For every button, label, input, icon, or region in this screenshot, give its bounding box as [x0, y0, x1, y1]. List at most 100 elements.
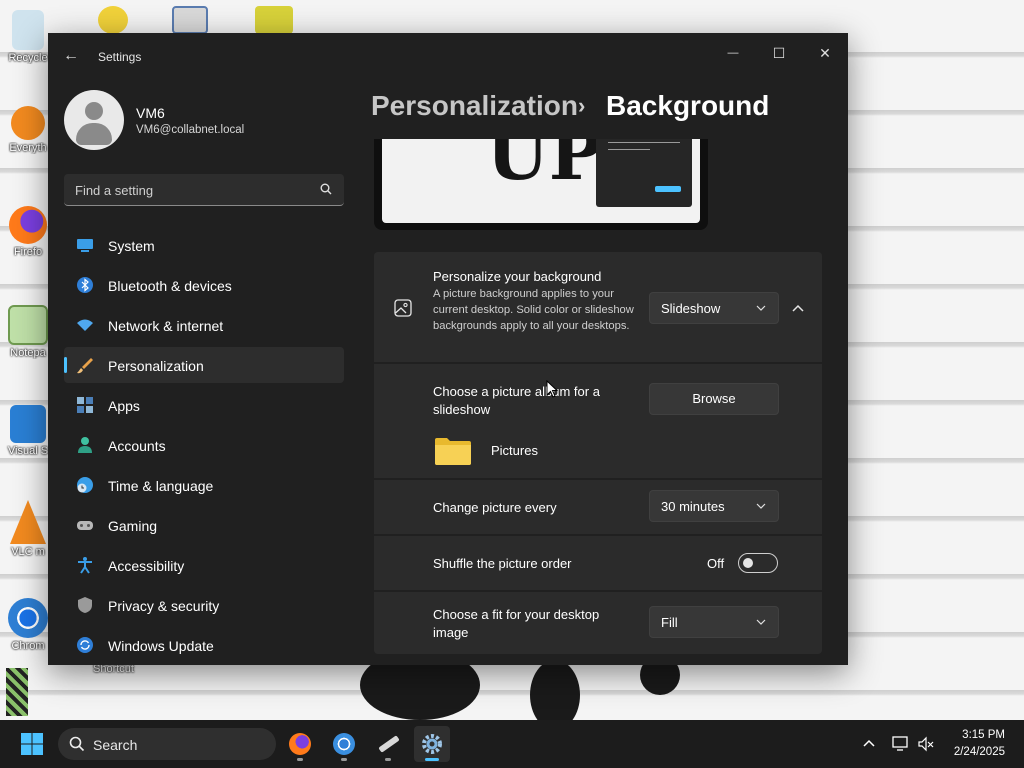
- sidebar-item-personalization[interactable]: Personalization: [64, 347, 344, 383]
- back-arrow-icon[interactable]: ←: [60, 45, 82, 67]
- sidebar-item-time-language[interactable]: Time & language: [64, 467, 344, 503]
- volume-muted-icon[interactable]: [918, 736, 934, 752]
- desktop-icon-label: VLC m: [11, 546, 45, 558]
- breadcrumb-parent[interactable]: Personalization: [371, 90, 578, 122]
- preview-line: [608, 142, 680, 143]
- personalization-icon: [77, 358, 93, 374]
- desktop-icon-vscode[interactable]: Visual S: [4, 405, 52, 457]
- system-icon: [77, 239, 93, 252]
- user-email: VM6@collabnet.local: [136, 124, 245, 136]
- chevron-up-icon[interactable]: [863, 738, 875, 750]
- desktop-top-icon[interactable]: [172, 6, 208, 34]
- search-placeholder: Find a setting: [75, 183, 154, 198]
- sidebar-item-label: Personalization: [108, 358, 204, 374]
- sidebar-item-windows-update[interactable]: Windows Update: [64, 627, 344, 663]
- notepad-icon: [8, 305, 48, 345]
- sidebar-item-network[interactable]: Network & internet: [64, 307, 344, 343]
- desktop-small-icon[interactable]: [6, 668, 28, 716]
- background-preview: UP.: [374, 139, 708, 230]
- firefox-icon: [289, 733, 311, 755]
- desktop-icon-firefox[interactable]: Firefo: [4, 206, 52, 258]
- sidebar-item-apps[interactable]: Apps: [64, 387, 344, 423]
- interval-dropdown[interactable]: 30 minutes: [649, 490, 779, 522]
- settings-window: ← Settings — ☐ ✕ VM6 VM6@collabnet.local…: [48, 33, 848, 665]
- picture-album-card: Choose a picture album for a slideshow B…: [374, 364, 822, 478]
- sidebar-item-gaming[interactable]: Gaming: [64, 507, 344, 543]
- windows-start-icon[interactable]: [20, 732, 44, 756]
- sidebar-item-label: Windows Update: [108, 638, 214, 654]
- title-bar[interactable]: ← Settings — ☐ ✕: [48, 33, 848, 79]
- desktop-icon-vlc[interactable]: VLC m: [4, 500, 52, 558]
- desktop-top-icon[interactable]: [98, 6, 128, 34]
- recycle-bin-icon: [12, 10, 44, 50]
- background-type-dropdown[interactable]: Slideshow: [649, 292, 779, 324]
- browse-button[interactable]: Browse: [649, 383, 779, 415]
- running-indicator: [425, 758, 439, 761]
- fit-dropdown[interactable]: Fill: [649, 606, 779, 638]
- close-button[interactable]: ✕: [802, 38, 848, 68]
- shield-icon: [78, 597, 92, 613]
- taskbar-firefox[interactable]: [282, 726, 318, 762]
- network-status-icon[interactable]: [892, 736, 910, 752]
- search-icon: [320, 183, 332, 195]
- desktop-icon-label: Firefo: [13, 246, 43, 258]
- preview-button: [655, 186, 681, 192]
- running-indicator: [341, 758, 347, 761]
- clock-date[interactable]: 2/24/2025: [954, 746, 1005, 758]
- maximize-button[interactable]: ☐: [756, 38, 802, 68]
- running-indicator: [297, 758, 303, 761]
- desktop-top-icon[interactable]: [255, 6, 293, 34]
- album-folder-name[interactable]: Pictures: [491, 442, 538, 460]
- sidebar-item-bluetooth[interactable]: Bluetooth & devices: [64, 267, 344, 303]
- taskbar-chrome[interactable]: [326, 726, 362, 762]
- sidebar-item-system[interactable]: System: [64, 227, 344, 263]
- sidebar-item-privacy[interactable]: Privacy & security: [64, 587, 344, 623]
- gaming-icon: [77, 521, 93, 530]
- vscode-icon: [10, 405, 46, 443]
- sidebar-item-label: Accounts: [108, 438, 166, 454]
- clock-time[interactable]: 3:15 PM: [962, 729, 1005, 741]
- interval-title: Change picture every: [433, 500, 557, 515]
- sidebar-item-label: Time & language: [108, 478, 214, 494]
- desktop-icon-notepad[interactable]: Notepa: [4, 305, 52, 359]
- shuffle-state-label: Off: [707, 556, 725, 571]
- sidebar-item-accounts[interactable]: Accounts: [64, 427, 344, 463]
- picture-icon: [394, 299, 412, 317]
- search-icon: [69, 736, 85, 752]
- change-interval-card: Change picture every 30 minutes: [374, 480, 822, 534]
- taskbar-app[interactable]: [370, 726, 406, 762]
- sidebar-item-accessibility[interactable]: Accessibility: [64, 547, 344, 583]
- chevron-up-icon[interactable]: [792, 303, 804, 315]
- content-pane: UP. Personalize your background A pictur…: [374, 139, 826, 665]
- avatar[interactable]: [64, 90, 124, 150]
- image-fit-card: Choose a fit for your desktop image Fill: [374, 592, 822, 654]
- find-setting-input[interactable]: Find a setting: [64, 174, 344, 206]
- breadcrumb-separator: ›: [578, 93, 586, 118]
- folder-icon: [435, 438, 471, 465]
- gear-icon: [422, 734, 442, 754]
- dropdown-value: 30 minutes: [661, 499, 725, 514]
- shuffle-card: Shuffle the picture order Off: [374, 536, 822, 590]
- sidebar-item-label: Network & internet: [108, 318, 224, 334]
- time-language-icon: [77, 477, 93, 493]
- minimize-button[interactable]: —: [710, 38, 756, 68]
- desktop-icon-label: Notepa: [10, 347, 46, 359]
- pen-icon: [378, 735, 400, 753]
- personalize-title: Personalize your background: [433, 269, 602, 284]
- toggle-knob: [743, 558, 753, 568]
- shuffle-toggle[interactable]: [738, 553, 778, 573]
- accessibility-icon: [78, 557, 92, 574]
- taskbar-search[interactable]: Search: [58, 728, 276, 760]
- network-icon: [77, 319, 93, 331]
- taskbar-settings[interactable]: [414, 726, 450, 762]
- fit-title: Choose a fit for your desktop image: [433, 607, 600, 640]
- firefox-icon: [9, 206, 47, 244]
- personalize-background-card: Personalize your background A picture ba…: [374, 252, 822, 362]
- bluetooth-icon: [77, 277, 93, 293]
- windows-update-icon: [77, 637, 93, 653]
- desktop-icon-label: Visual S: [7, 445, 49, 457]
- desktop-icon-everything[interactable]: Everyth: [4, 106, 52, 154]
- desktop-icon-recycle-bin[interactable]: Recycle: [4, 10, 52, 64]
- desktop-icon-chrome[interactable]: Chrom: [4, 598, 52, 652]
- sidebar-item-label: Accessibility: [108, 558, 185, 574]
